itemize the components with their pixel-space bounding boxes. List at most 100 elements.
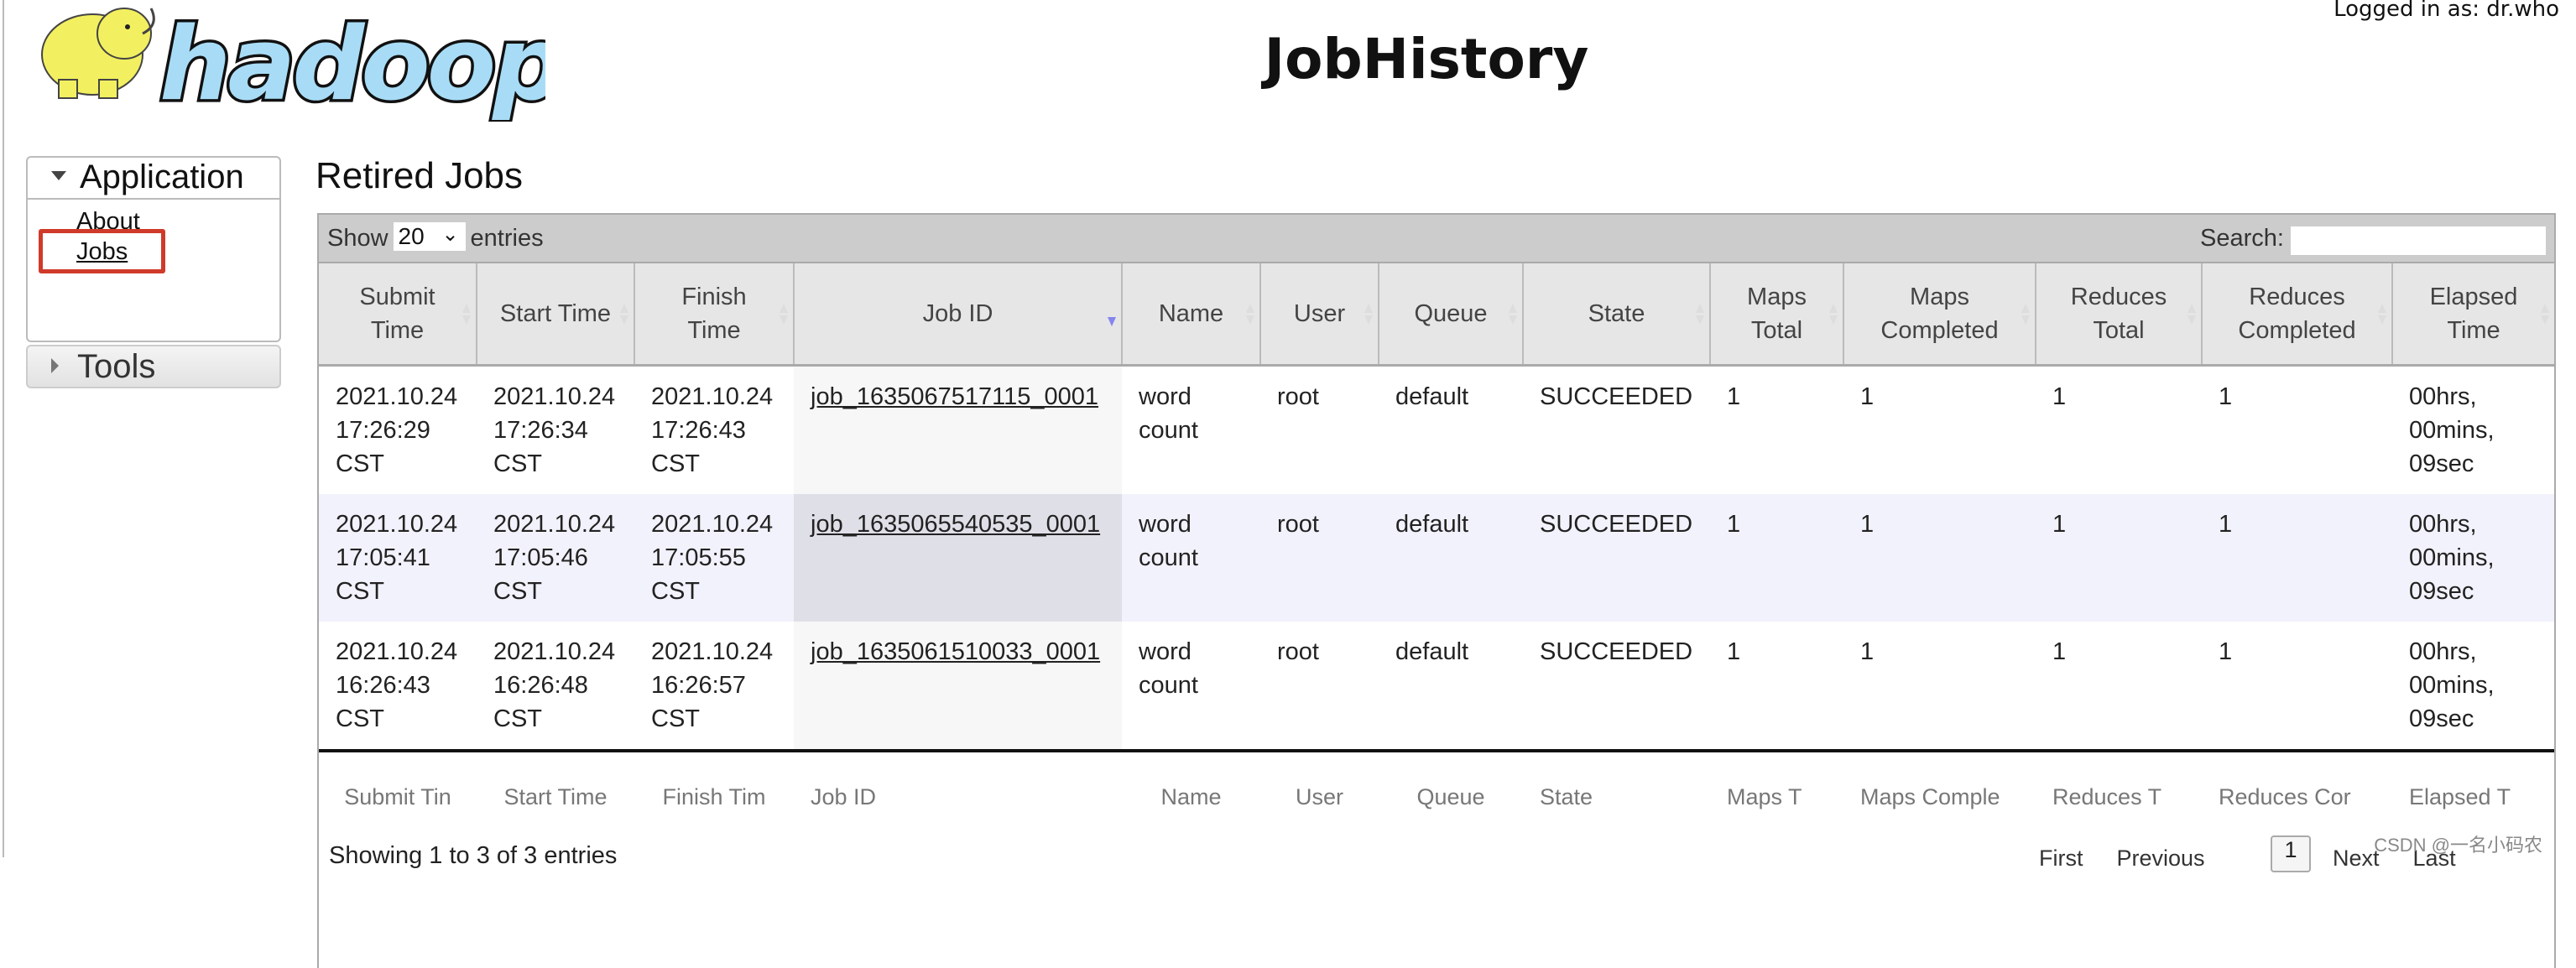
cell-maps-completed: 1 [1843,494,2036,622]
column-header-label: Name [1158,300,1224,327]
cell-state: SUCCEEDED [1523,494,1710,622]
column-header-label: Elapsed Time [2429,284,2518,344]
caret-down-icon [51,170,66,180]
cell-submit-time: 2021.10.24 17:05:41 CST [319,494,477,622]
column-header-reduces-total[interactable]: Reduces Total [2036,263,2203,367]
page-title: JobHistory [1264,27,1589,91]
sort-icon [1364,304,1373,325]
pager-first[interactable]: First [2039,846,2083,871]
column-header-label: Job ID [922,300,993,327]
cell-queue: default [1379,494,1523,622]
cell-start-time: 2021.10.24 17:05:46 CST [477,494,634,622]
column-header-user[interactable]: User [1260,263,1379,367]
cell-finish-time: 2021.10.24 16:26:57 CST [634,622,794,751]
cell-state: SUCCEEDED [1523,622,1710,751]
cell-submit-time: 2021.10.24 17:26:29 CST [319,365,477,494]
sort-icon [620,304,628,325]
column-header-reduces-completed[interactable]: Reduces Completed [2202,263,2393,367]
footer-column-reduces-total: Reduces T [2036,749,2202,841]
cell-reduces-total: 1 [2036,494,2202,622]
sort-icon [2021,304,2030,325]
cell-start-time: 2021.10.24 16:26:48 CST [477,622,634,751]
cell-reduces-total: 1 [2036,622,2202,751]
cell-elapsed-time: 00hrs, 00mins, 09sec [2392,622,2554,751]
application-toggle[interactable]: Application [28,158,279,200]
footer-column-submit-time: Submit Tin [319,749,477,841]
cell-user: root [1260,494,1379,622]
cell-job-id: job_1635061510033_0001 [794,622,1122,751]
column-header-start-time[interactable]: Start Time [477,263,635,367]
table-footer-row: Submit Tin Start Time Finish Tim Job ID Name… [319,749,2554,841]
cell-maps-total: 1 [1710,622,1843,751]
footer-column-state: State [1523,749,1710,841]
column-header-label: Start Time [499,300,612,327]
job-id-link[interactable]: job_1635061510033_0001 [811,638,1100,665]
sidebar-tools-toggle[interactable]: Tools [26,345,281,388]
table-row: 2021.10.24 17:26:29 CST 2021.10.24 17:26:… [319,365,2554,494]
sidebar-item-jobs[interactable]: Jobs [76,238,128,266]
footer-column-start-time: Start Time [477,749,634,841]
column-header-label: User [1293,300,1346,327]
footer-column-maps-total: Maps T [1710,749,1843,841]
column-header-label: State [1588,300,1645,327]
sort-icon [2378,304,2386,325]
page-size-select[interactable]: 20 ⌄ [393,222,466,252]
cell-queue: default [1379,365,1523,494]
cell-state: SUCCEEDED [1523,365,1710,494]
cell-name: word count [1122,365,1260,494]
sort-icon [462,304,471,325]
sort-icon [1246,304,1254,325]
chevron-down-icon: ⌄ [441,223,459,247]
column-header-state[interactable]: State [1523,263,1711,367]
pagination: First Previous [2039,846,2239,872]
cell-elapsed-time: 00hrs, 00mins, 09sec [2392,365,2554,494]
pager-previous[interactable]: Previous [2116,846,2204,871]
cell-maps-total: 1 [1710,365,1843,494]
column-header-elapsed-time[interactable]: Elapsed Time [2392,263,2554,367]
cell-submit-time: 2021.10.24 16:26:43 CST [319,622,477,751]
footer-column-elapsed-time: Elapsed T [2392,749,2554,841]
footer-column-queue: Queue [1379,749,1523,841]
cell-job-id: job_1635067517115_0001 [794,365,1122,494]
application-label: Application [80,159,244,195]
cell-name: word count [1122,622,1260,751]
cell-maps-total: 1 [1710,494,1843,622]
sort-icon [1696,304,1704,325]
cell-user: root [1260,622,1379,751]
cell-reduces-completed: 1 [2202,365,2392,494]
footer-column-job-id: Job ID [794,749,1122,841]
column-header-maps-completed[interactable]: Maps Completed [1843,263,2036,367]
entries-label: entries [470,225,544,252]
search-input[interactable] [2291,226,2546,255]
sort-desc-icon [1108,307,1116,329]
section-heading: Retired Jobs [315,155,524,196]
column-header-submit-time[interactable]: Submit Time [319,263,477,367]
job-id-link[interactable]: job_1635065540535_0001 [811,511,1100,538]
cell-user: root [1260,365,1379,494]
footer-column-reduces-completed: Reduces Cor [2202,749,2392,841]
column-header-label: Maps Completed [1880,284,1999,344]
sort-icon [2541,304,2549,325]
pager-next[interactable]: Next [2333,846,2380,871]
column-header-name[interactable]: Name [1122,263,1261,367]
column-header-queue[interactable]: Queue [1379,263,1524,367]
cell-name: word count [1122,494,1260,622]
column-header-maps-total[interactable]: Maps Total [1710,263,1844,367]
job-id-link[interactable]: job_1635067517115_0001 [811,383,1098,410]
column-header-finish-time[interactable]: Finish Time [634,263,795,367]
column-header-label: Reduces Completed [2238,284,2356,344]
show-label: Show [327,225,388,252]
watermark: CSDN @一名小码农 [2374,835,2542,856]
cell-maps-completed: 1 [1843,365,2036,494]
tools-label: Tools [77,348,156,385]
jobs-table: Submit Time Start Time Finish Time Job ID Na… [319,263,2554,841]
column-header-label: Queue [1414,300,1488,327]
logged-in-user: Logged in as: dr.who [2334,0,2559,22]
column-header-label: Reduces Total [2070,284,2167,344]
sort-icon [2188,304,2196,325]
caret-right-icon [51,358,59,374]
sort-icon [1829,304,1838,325]
column-header-job-id[interactable]: Job ID [794,263,1123,367]
table-row: 2021.10.24 17:05:41 CST 2021.10.24 17:05:… [319,494,2554,622]
pager-page-1[interactable]: 1 [2271,835,2311,872]
